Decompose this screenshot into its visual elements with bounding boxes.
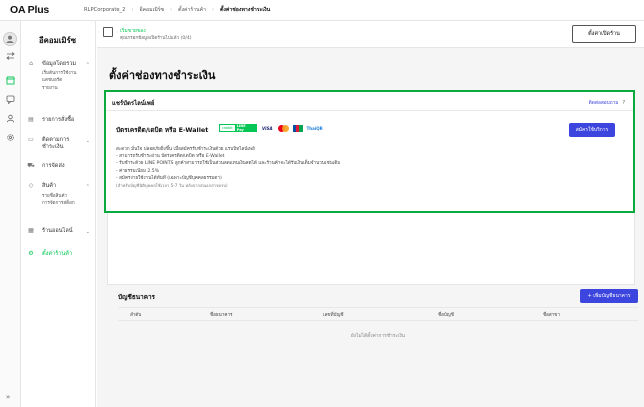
tag-icon: ◇ [28,182,34,189]
description-line: สะดวก มั่นใจ ปลอดภัยยิ่งขึ้น เมื่อสมัครร… [116,147,255,152]
store-icon: ▦ [28,227,34,234]
banner-subtitle: คุณกรอกข้อมูลเปิดร้านไปแล้ว (0/4) [120,36,192,41]
support-link-label[interactable]: ติดต่อสอบถาม [589,101,619,106]
order-icon: ▤ [28,116,34,123]
rabbit-logo-text: rabbit [222,126,233,130]
sidebar-item-online-store[interactable]: ▦ ร้านออนไลน์ ⌄ [21,227,96,236]
app-logo[interactable]: OA Plus [0,4,84,16]
breadcrumb-separator-icon: › [212,7,214,13]
column-header-account-number: เลขที่บัญชี [323,313,344,318]
shop-icon[interactable] [5,75,15,85]
bank-table-empty-state: ยังไม่ได้ตั้งค่าการชำระเงิน [350,334,406,339]
shop-name: อีคอมเมิร์ซ [39,36,77,45]
payment-logos: rabbit LINE Pay VISA ThaiQR [219,124,323,132]
sidebar-item-label: การจัดส่ง [42,163,65,169]
avatar[interactable] [3,32,17,46]
chevron-down-icon[interactable]: ⌄ [86,138,90,144]
breadcrumb-item-shop-settings[interactable]: ตั้งค่าร้านค้า [178,6,206,14]
sidebar: อีคอมเมิร์ซ ⌂ ข้อมูลโดยรวม ⌃ เริ่มต้นการ… [21,21,96,407]
column-header-index: ลำดับ [130,313,142,318]
breadcrumb-item-current: ตั้งค่าช่องทางชำระเงิน [220,7,271,13]
sidebar-subitem-stock[interactable]: การจัดการสต็อก [42,200,75,207]
mastercard-logo [277,124,289,132]
chat-icon[interactable] [5,94,15,104]
sidebar-item-label: ข้อมูลโดยรวม [42,61,77,67]
sidebar-item-payment-tracking[interactable]: ▭ ติดตามการชำระเงิน ⌄ [21,137,96,151]
sidebar-subitem-report[interactable]: รายงาน [42,85,58,92]
top-bar: OA Plus RLPCorporate_2 › อีคอมเมิร์ซ › ต… [0,0,644,21]
breadcrumb-item-ecommerce[interactable]: อีคอมเมิร์ซ [139,6,164,14]
rabbit-line-pay-logo: rabbit LINE Pay [219,124,257,132]
open-shop-setup-button[interactable]: ตั้งค่าเปิดร้าน [572,25,636,43]
collapse-sidebar-icon[interactable]: » [6,393,10,401]
online-payment-title: แชร์บัตรไลน์เพย์ [112,100,155,107]
banner-title: เริ่มขายของ [120,28,146,34]
icon-rail [0,21,21,407]
person-icon[interactable] [5,113,15,123]
column-header-bank-name: ชื่อธนาคาร [210,313,233,318]
store-setup-icon [103,27,113,37]
sidebar-item-label: ร้านออนไลน์ [42,228,73,234]
switch-icon[interactable] [5,51,15,61]
description-line: - สมัครง่ายใช้งานได้ทันที (เฉพาะบัญชีบุค… [116,175,222,181]
settings-icon: ⚙ [28,250,34,257]
description-line: - ค่าธรรมเนียม 2.5% [116,168,160,174]
sidebar-item-shipping[interactable]: ⛟ การจัดส่ง [21,163,96,170]
chevron-up-icon[interactable]: ⌃ [86,184,90,190]
breadcrumb-separator-icon: › [170,7,173,13]
jcb-logo [292,124,303,132]
line-pay-logo-text: LINE Pay [234,124,256,132]
sidebar-item-label: สินค้า [42,183,57,189]
online-payment-section: แชร์บัตรไลน์เพย์ ติดต่อสอบถาม? บัตรเครดิ… [104,90,635,213]
breadcrumb-separator-icon: › [131,7,134,13]
breadcrumb-item-account[interactable]: RLPCorporate_2 [84,7,125,13]
support-link[interactable]: ติดต่อสอบถาม? [589,99,625,107]
home-icon: ⌂ [29,60,33,67]
visa-logo: VISA [262,125,273,131]
setup-banner: เริ่มขายของ คุณกรอกข้อมูลเปิดร้านไปแล้ว … [97,21,644,48]
payment-method-name: บัตรเครดิต/เดบิต หรือ E-Wallet [116,126,209,134]
column-header-branch: ชื่อสาขา [543,313,560,318]
sidebar-item-shop-settings[interactable]: ⚙ ตั้งค่าร้านค้า [21,251,96,258]
bank-table-header: ลำดับ ชื่อธนาคาร เลขที่บัญชี ชื่อบัญชี ช… [118,307,638,321]
description-note: (สำหรับบัญชีนิติบุคคลใช้เวลา 5-7 วัน หลั… [116,183,228,189]
payment-icon: ▭ [28,136,34,143]
thai-qr-logo: ThaiQR [306,125,323,131]
sidebar-item-label: รายการสั่งซื้อ [42,117,75,123]
apply-service-button[interactable]: สมัครใช้บริการ [569,123,615,137]
help-icon[interactable]: ? [622,101,625,106]
description-line: - สามารถรับชำระผ่าน บัตรเครดิต/เดบิต หรื… [116,154,225,160]
sidebar-item-label: ตั้งค่าร้านค้า [42,251,73,257]
page-title: ตั้งค่าช่องทางชำระเงิน [109,69,216,82]
truck-icon: ⛟ [27,162,35,169]
chevron-up-icon[interactable]: ⌃ [86,62,90,68]
online-payment-description: สะดวก มั่นใจ ปลอดภัยยิ่งขึ้น เมื่อสมัครร… [116,146,340,189]
sidebar-item-products[interactable]: ◇ สินค้า ⌃ [21,182,96,191]
breadcrumb: RLPCorporate_2 › อีคอมเมิร์ซ › ตั้งค่าร้… [84,6,270,14]
add-bank-account-button[interactable]: + เพิ่มบัญชีธนาคาร [580,289,638,303]
divider [106,110,633,111]
description-line: - รับชำระด้วย LINE POINTS ลูกค้าสามารถใช… [116,161,341,167]
gear-icon[interactable] [5,132,15,142]
sidebar-item-orders[interactable]: ▤ รายการสั่งซื้อ [21,117,96,124]
sidebar-item-label: ติดตามการชำระเงิน [42,137,70,150]
bank-accounts-title: บัญชีธนาคาร [118,293,155,301]
sidebar-subitem-dashboard[interactable]: แดชบอร์ด [42,77,62,84]
sidebar-item-overview[interactable]: ⌂ ข้อมูลโดยรวม ⌃ [21,60,96,69]
column-header-account-name: ชื่อบัญชี [438,313,454,318]
main-content: เริ่มขายของ คุณกรอกข้อมูลเปิดร้านไปแล้ว … [97,21,644,407]
chevron-down-icon[interactable]: ⌄ [86,229,90,235]
user-icon [6,35,14,43]
